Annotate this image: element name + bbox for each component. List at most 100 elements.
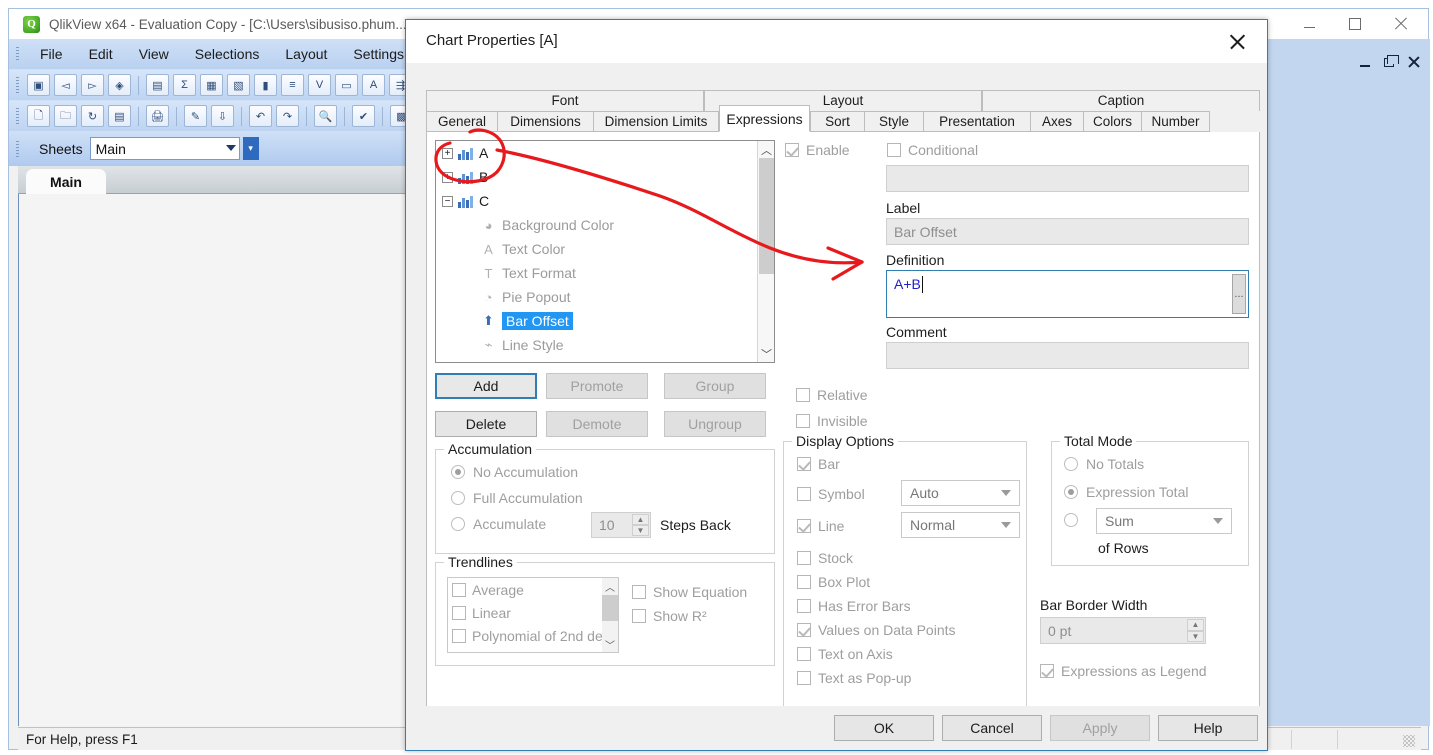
mdi-close-button[interactable] — [1408, 56, 1420, 68]
tree-row[interactable]: + A — [436, 141, 774, 165]
tab-general[interactable]: General — [426, 111, 498, 132]
tree-subitem-text-format[interactable]: T Text Format — [436, 261, 774, 285]
reload-icon[interactable]: ◈ — [108, 74, 131, 96]
expander-icon[interactable]: + — [442, 147, 453, 159]
show-equation-checkbox[interactable]: Show Equation — [632, 584, 747, 600]
statistics-box-icon[interactable]: Σ — [173, 74, 196, 96]
tab-style[interactable]: Style — [865, 111, 924, 132]
group-button[interactable]: Group — [664, 373, 766, 399]
stepper-down-icon[interactable]: ▼ — [632, 525, 649, 536]
line-select[interactable]: Normal — [901, 512, 1020, 538]
promote-button[interactable]: Promote — [546, 373, 648, 399]
stock-checkbox[interactable]: Stock — [797, 550, 853, 566]
demote-button[interactable]: Demote — [546, 411, 648, 437]
scroll-down-icon[interactable]: ﹀ — [602, 636, 618, 652]
stepper-up-icon[interactable]: ▲ — [1187, 619, 1204, 631]
export-icon[interactable]: ⇩ — [211, 105, 234, 127]
tab-axes[interactable]: Axes — [1031, 111, 1084, 132]
mdi-restore-button[interactable] — [1384, 54, 1399, 67]
bar-border-width-input[interactable]: 0 pt ▲ ▼ — [1040, 617, 1206, 644]
radio-no-accumulation[interactable]: No Accumulation — [451, 464, 578, 480]
show-r2-checkbox[interactable]: Show R² — [632, 608, 707, 624]
conditional-checkbox[interactable]: Conditional — [887, 142, 978, 158]
tree-subitem-line-style[interactable]: ⌁ Line Style — [436, 333, 774, 357]
menu-edit[interactable]: Edit — [76, 39, 126, 69]
mdi-minimize-button[interactable] — [1360, 58, 1370, 67]
tab-expressions[interactable]: Expressions — [719, 105, 810, 132]
list-item[interactable]: Average — [448, 578, 618, 601]
reload-script-icon[interactable]: ↻ — [81, 105, 104, 127]
radio-expression-total[interactable]: Expression Total — [1064, 484, 1188, 500]
multi-box-icon[interactable]: V — [308, 74, 331, 96]
conditional-input[interactable] — [886, 165, 1249, 192]
checkbox-icon[interactable] — [452, 605, 466, 620]
list-item[interactable]: Linear — [448, 601, 618, 624]
tab-sort[interactable]: Sort — [810, 111, 865, 132]
definition-browse-button[interactable]: ... — [1232, 274, 1246, 314]
definition-input[interactable]: A+B — [886, 270, 1249, 318]
symbol-select[interactable]: Auto — [901, 480, 1020, 506]
save-icon[interactable]: ▤ — [108, 105, 131, 127]
trendlines-listbox[interactable]: Average Linear Polynomial of 2nd de ︿ ﹀ — [447, 577, 619, 653]
delete-button[interactable]: Delete — [435, 411, 537, 437]
input-box-icon[interactable]: ≡ — [281, 74, 304, 96]
checkbox-icon[interactable] — [452, 651, 466, 652]
sheet-tab-main[interactable]: Main — [26, 169, 106, 197]
radio-accumulate[interactable]: Accumulate — [451, 516, 546, 532]
cancel-button[interactable]: Cancel — [942, 715, 1042, 741]
back-icon[interactable]: ◅ — [54, 74, 77, 96]
pivot-table-icon[interactable]: ▧ — [227, 74, 250, 96]
comment-input[interactable] — [886, 342, 1249, 369]
values-on-data-points-checkbox[interactable]: Values on Data Points — [797, 622, 956, 638]
ok-button[interactable]: OK — [834, 715, 934, 741]
redo-icon[interactable]: ↷ — [276, 105, 299, 127]
text-on-axis-checkbox[interactable]: Text on Axis — [797, 646, 893, 662]
radio-no-totals[interactable]: No Totals — [1064, 456, 1144, 472]
expressions-as-legend-checkbox[interactable]: Expressions as Legend — [1040, 663, 1207, 679]
trendlines-scrollbar[interactable]: ︿ ﹀ — [602, 578, 618, 652]
help-button[interactable]: Help — [1158, 715, 1258, 741]
sheets-select[interactable]: Main — [89, 137, 240, 160]
expression-tree[interactable]: + A + B − C ◕ Background Color A Text Co… — [435, 140, 775, 363]
new-document-icon[interactable]: 🗋 — [27, 105, 50, 127]
new-sheet-icon[interactable]: ▣ — [27, 74, 50, 96]
search-icon[interactable]: 🔍 — [314, 105, 337, 127]
menu-file[interactable]: File — [27, 39, 76, 69]
list-item[interactable]: Polynomial of 2nd de — [448, 624, 618, 647]
tab-group-font[interactable]: Font — [426, 90, 704, 111]
minimize-button[interactable] — [1286, 10, 1332, 39]
has-error-bars-checkbox[interactable]: Has Error Bars — [797, 598, 911, 614]
current-selections-icon[interactable]: ▭ — [335, 74, 358, 96]
stepper-down-icon[interactable]: ▼ — [1187, 630, 1204, 642]
tab-colors[interactable]: Colors — [1084, 111, 1142, 132]
symbol-checkbox[interactable]: Symbol — [797, 486, 865, 502]
text-object-icon[interactable]: A — [362, 74, 385, 96]
scrollbar-thumb[interactable] — [602, 595, 618, 621]
tree-row[interactable]: + B — [436, 165, 774, 189]
tree-subitem-background-color[interactable]: ◕ Background Color — [436, 213, 774, 237]
invisible-checkbox[interactable]: Invisible — [796, 413, 868, 429]
relative-checkbox[interactable]: Relative — [796, 387, 868, 403]
bar-checkbox[interactable]: Bar — [797, 456, 840, 472]
box-plot-checkbox[interactable]: Box Plot — [797, 574, 870, 590]
apply-button[interactable]: Apply — [1050, 715, 1150, 741]
label-input[interactable]: Bar Offset — [886, 218, 1249, 245]
scrollbar-thumb[interactable] — [759, 158, 774, 274]
steps-back-stepper[interactable]: ▲ ▼ — [632, 514, 649, 536]
expander-icon[interactable]: − — [442, 195, 453, 207]
radio-aggregation[interactable] — [1064, 513, 1086, 527]
tab-dimension-limits[interactable]: Dimension Limits — [594, 111, 719, 132]
tree-subitem-text-color[interactable]: A Text Color — [436, 237, 774, 261]
checkbox-icon[interactable] — [452, 628, 466, 643]
table-box-icon[interactable]: ▦ — [200, 74, 223, 96]
bar-border-width-stepper[interactable]: ▲ ▼ — [1187, 619, 1204, 642]
tree-subitem-pie-popout[interactable]: ◔ Pie Popout — [436, 285, 774, 309]
menu-selections[interactable]: Selections — [182, 39, 273, 69]
line-checkbox[interactable]: Line — [797, 518, 844, 534]
tree-row[interactable]: − C — [436, 189, 774, 213]
select-icon[interactable]: ✔ — [352, 105, 375, 127]
scroll-down-icon[interactable]: ﹀ — [758, 345, 774, 362]
enable-checkbox[interactable]: Enable — [785, 142, 850, 158]
dialog-close-button[interactable] — [1217, 28, 1257, 56]
edit-script-icon[interactable]: ✎ — [184, 105, 207, 127]
